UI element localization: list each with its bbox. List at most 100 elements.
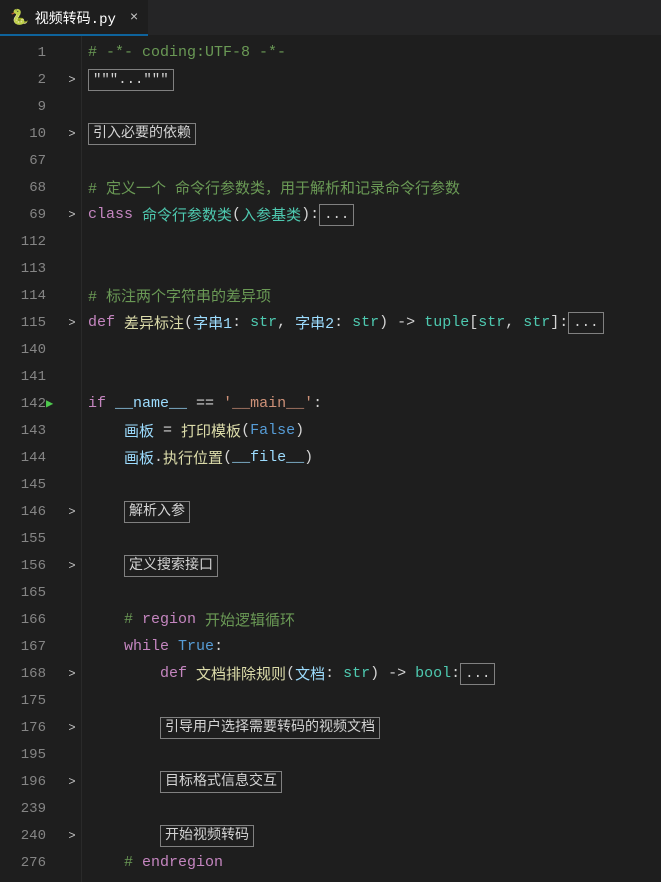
token: ) -> bbox=[370, 665, 415, 682]
line-number[interactable]: 196 bbox=[0, 774, 46, 790]
fold-chevron-icon[interactable]: > bbox=[62, 505, 82, 519]
line-number[interactable]: 276 bbox=[0, 855, 46, 871]
line-number[interactable]: 114 bbox=[0, 288, 46, 304]
code-line[interactable] bbox=[88, 336, 657, 363]
fold-chevron-icon[interactable]: > bbox=[62, 208, 82, 222]
line-number[interactable]: 168 bbox=[0, 666, 46, 682]
code-line[interactable] bbox=[88, 741, 657, 768]
code-line[interactable]: # 定义一个 命令行参数类，用于解析和记录命令行参数 bbox=[88, 174, 657, 201]
line-number[interactable]: 175 bbox=[0, 693, 46, 709]
folded-region-box[interactable]: """...""" bbox=[88, 69, 174, 91]
line-number[interactable]: 240 bbox=[0, 828, 46, 844]
run-icon[interactable]: ▶ bbox=[46, 396, 62, 411]
code-line[interactable]: while True: bbox=[88, 633, 657, 660]
line-number[interactable]: 145 bbox=[0, 477, 46, 493]
line-number[interactable]: 10 bbox=[0, 126, 46, 142]
fold-chevron-icon[interactable]: > bbox=[62, 316, 82, 330]
line-number[interactable]: 68 bbox=[0, 180, 46, 196]
token: == bbox=[187, 395, 223, 412]
line-number[interactable]: 69 bbox=[0, 207, 46, 223]
code-line[interactable] bbox=[88, 363, 657, 390]
folded-ellipsis[interactable]: ... bbox=[568, 312, 603, 334]
code-area[interactable]: # -*- coding:UTF-8 -*- """...""" 引入必要的依赖 # … bbox=[82, 36, 661, 882]
token bbox=[88, 665, 160, 682]
token: ( bbox=[286, 665, 295, 682]
code-line[interactable]: # endregion bbox=[88, 849, 657, 876]
gutter-row: 9 bbox=[0, 93, 82, 120]
fold-chevron-icon[interactable]: > bbox=[62, 829, 82, 843]
gutter-row: 1 bbox=[0, 39, 82, 66]
line-number[interactable]: 142 bbox=[0, 396, 46, 412]
token bbox=[88, 638, 124, 655]
code-line[interactable]: # -*- coding:UTF-8 -*- bbox=[88, 39, 657, 66]
editor-tab[interactable]: 🐍 视频转码.py × bbox=[0, 0, 148, 35]
close-icon[interactable]: × bbox=[130, 10, 138, 26]
code-line[interactable]: # 标注两个字符串的差异项 bbox=[88, 282, 657, 309]
code-line[interactable] bbox=[88, 579, 657, 606]
code-line[interactable] bbox=[88, 228, 657, 255]
line-number[interactable]: 2 bbox=[0, 72, 46, 88]
code-line[interactable] bbox=[88, 687, 657, 714]
line-number[interactable]: 176 bbox=[0, 720, 46, 736]
code-line[interactable]: def 差异标注(字串1: str, 字串2: str) -> tuple[st… bbox=[88, 309, 657, 336]
token: : bbox=[214, 638, 223, 655]
line-number[interactable]: 239 bbox=[0, 801, 46, 817]
code-line[interactable] bbox=[88, 147, 657, 174]
code-line[interactable]: class 命令行参数类(入参基类):... bbox=[88, 201, 657, 228]
line-number[interactable]: 146 bbox=[0, 504, 46, 520]
code-line[interactable]: 开始视频转码 bbox=[88, 822, 657, 849]
line-number[interactable]: 115 bbox=[0, 315, 46, 331]
code-line[interactable]: 解析入参 bbox=[88, 498, 657, 525]
code-line[interactable]: 引导用户选择需要转码的视频文档 bbox=[88, 714, 657, 741]
fold-chevron-icon[interactable]: > bbox=[62, 559, 82, 573]
gutter-row: 167 bbox=[0, 633, 82, 660]
code-line[interactable]: 目标格式信息交互 bbox=[88, 768, 657, 795]
folded-ellipsis[interactable]: ... bbox=[460, 663, 495, 685]
line-number[interactable]: 67 bbox=[0, 153, 46, 169]
token: 命令行参数类 bbox=[142, 204, 232, 225]
code-line[interactable]: 画板 = 打印模板(False) bbox=[88, 417, 657, 444]
code-line[interactable] bbox=[88, 525, 657, 552]
folded-region-box[interactable]: 开始视频转码 bbox=[160, 825, 254, 847]
fold-chevron-icon[interactable]: > bbox=[62, 667, 82, 681]
folded-ellipsis[interactable]: ... bbox=[319, 204, 354, 226]
token bbox=[187, 665, 196, 682]
folded-region-box[interactable]: 目标格式信息交互 bbox=[160, 771, 282, 793]
code-line[interactable]: 引入必要的依赖 bbox=[88, 120, 657, 147]
line-number[interactable]: 1 bbox=[0, 45, 46, 61]
line-number[interactable]: 166 bbox=[0, 612, 46, 628]
code-line[interactable] bbox=[88, 795, 657, 822]
token: ) bbox=[295, 422, 304, 439]
line-number[interactable]: 156 bbox=[0, 558, 46, 574]
fold-chevron-icon[interactable]: > bbox=[62, 73, 82, 87]
code-line[interactable]: 定义搜索接口 bbox=[88, 552, 657, 579]
code-line[interactable]: 画板.执行位置(__file__) bbox=[88, 444, 657, 471]
line-number[interactable]: 113 bbox=[0, 261, 46, 277]
code-line[interactable] bbox=[88, 255, 657, 282]
line-number[interactable]: 141 bbox=[0, 369, 46, 385]
line-number[interactable]: 9 bbox=[0, 99, 46, 115]
line-number[interactable]: 155 bbox=[0, 531, 46, 547]
code-line[interactable]: """...""" bbox=[88, 66, 657, 93]
line-number[interactable]: 112 bbox=[0, 234, 46, 250]
code-line[interactable]: def 文档排除规则(文档: str) -> bool:... bbox=[88, 660, 657, 687]
line-number[interactable]: 165 bbox=[0, 585, 46, 601]
folded-region-box[interactable]: 定义搜索接口 bbox=[124, 555, 218, 577]
line-number[interactable]: 140 bbox=[0, 342, 46, 358]
line-number[interactable]: 195 bbox=[0, 747, 46, 763]
fold-chevron-icon[interactable]: > bbox=[62, 127, 82, 141]
code-line[interactable] bbox=[88, 93, 657, 120]
folded-region-box[interactable]: 引入必要的依赖 bbox=[88, 123, 196, 145]
code-line[interactable]: if __name__ == '__main__': bbox=[88, 390, 657, 417]
line-number[interactable]: 144 bbox=[0, 450, 46, 466]
token: str bbox=[478, 314, 505, 331]
line-number[interactable]: 167 bbox=[0, 639, 46, 655]
token: str bbox=[352, 314, 379, 331]
code-line[interactable] bbox=[88, 471, 657, 498]
folded-region-box[interactable]: 解析入参 bbox=[124, 501, 190, 523]
code-line[interactable]: # region 开始逻辑循环 bbox=[88, 606, 657, 633]
folded-region-box[interactable]: 引导用户选择需要转码的视频文档 bbox=[160, 717, 380, 739]
line-number[interactable]: 143 bbox=[0, 423, 46, 439]
fold-chevron-icon[interactable]: > bbox=[62, 775, 82, 789]
fold-chevron-icon[interactable]: > bbox=[62, 721, 82, 735]
